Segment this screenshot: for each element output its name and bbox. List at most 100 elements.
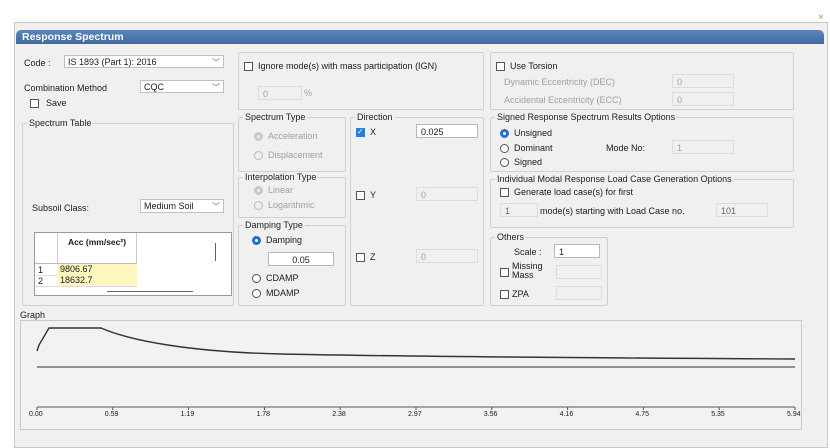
spectrum-table-legend: Spectrum Table [29, 118, 92, 128]
x-tick-label: 3.56 [483, 411, 498, 418]
dec-input[interactable]: 0 [672, 74, 734, 88]
direction-legend: Direction [357, 112, 393, 122]
table-row[interactable]: 2 18632.7 [35, 275, 137, 287]
mode-no-input[interactable]: 1 [672, 140, 734, 154]
interpolation-type-group: Interpolation Type [238, 172, 346, 218]
acc-cell[interactable]: 9806.67 [57, 264, 137, 275]
direction-x-checkbox[interactable] [356, 127, 365, 137]
subsoil-class-select[interactable]: Medium Soil ﹀ [140, 199, 224, 213]
dominant-label: Dominant [514, 143, 553, 153]
displacement-label: Displacement [268, 150, 323, 160]
combination-method-value: CQC [144, 82, 164, 92]
zpa-input[interactable] [556, 286, 602, 300]
mdamp-label: MDAMP [266, 288, 300, 298]
unsigned-label: Unsigned [514, 128, 553, 138]
direction-z-label: Z [370, 252, 376, 262]
spectrum-table-grid[interactable]: Acc (mm/sec²) 1 9806.67 2 18632.7 [34, 232, 232, 296]
zpa-label: ZPA [512, 289, 529, 299]
unsigned-radio[interactable] [500, 129, 509, 138]
acc-cell[interactable]: 18632.7 [57, 275, 137, 286]
logarithmic-label: Logarithmic [268, 200, 315, 210]
damping-input[interactable]: 0.05 [268, 252, 334, 266]
direction-y-checkbox[interactable] [356, 191, 365, 200]
acceleration-radio[interactable] [254, 132, 263, 141]
linear-radio[interactable] [254, 186, 263, 195]
code-label: Code : [24, 58, 51, 68]
table-scrollbar[interactable] [215, 243, 216, 261]
combination-method-select[interactable]: CQC ﹀ [140, 80, 224, 93]
save-checkbox[interactable] [30, 99, 39, 108]
x-tick-label: 4.75 [635, 411, 650, 418]
linear-label: Linear [268, 185, 294, 195]
direction-y-label: Y [370, 190, 377, 200]
damping-type-legend: Damping Type [245, 220, 303, 230]
missing-mass-input[interactable] [556, 265, 602, 279]
interpolation-type-legend: Interpolation Type [245, 172, 317, 182]
subsoil-class-label: Subsoil Class: [32, 203, 90, 213]
mode-no-label: Mode No: [606, 143, 646, 153]
ecc-label: Accidental Eccentricity (ECC) [504, 95, 622, 105]
row-index: 2 [38, 276, 44, 286]
logarithmic-radio[interactable] [254, 201, 263, 210]
chevron-down-icon: ﹀ [212, 58, 220, 67]
ign-label: Ignore mode(s) with mass participation (… [258, 61, 438, 71]
use-torsion-label: Use Torsion [510, 61, 558, 71]
direction-x-label: X [370, 127, 377, 137]
x-tick-label: 0.00 [29, 411, 43, 418]
x-tick-label: 5.94 [787, 411, 801, 418]
generate-load-cases-checkbox[interactable] [500, 188, 509, 197]
chevron-down-icon: ﹀ [212, 83, 220, 92]
x-tick-label: 4.16 [559, 411, 574, 418]
x-tick-label: 5.35 [711, 411, 725, 418]
missing-mass-label: Missing Mass [512, 261, 543, 280]
x-tick-label: 2.97 [408, 411, 422, 418]
direction-y-input[interactable]: 0 [416, 187, 478, 201]
combination-method-label: Combination Method [24, 83, 108, 93]
table-h-scrollbar[interactable] [107, 291, 193, 292]
dec-label: Dynamic Eccentricity (DEC) [504, 77, 616, 87]
missing-mass-checkbox[interactable] [500, 268, 509, 277]
spectrum-type-group: Spectrum Type [238, 112, 346, 172]
x-tick-label: 1.19 [180, 411, 195, 418]
direction-z-input[interactable]: 0 [416, 249, 478, 263]
damping-radio[interactable] [252, 236, 261, 245]
code-select[interactable]: IS 1893 (Part 1): 2016 ﹀ [64, 55, 224, 68]
individual-modal-legend: Individual Modal Response Load Case Gene… [497, 174, 732, 184]
individual-modal-group: Individual Modal Response Load Case Gene… [490, 174, 794, 228]
acc-column-header: Acc (mm/sec²) [57, 233, 137, 263]
direction-group: Direction [350, 112, 484, 306]
signed-radio[interactable] [500, 158, 509, 167]
use-torsion-checkbox[interactable] [496, 62, 505, 71]
x-tick-label: 1.78 [256, 411, 271, 418]
subsoil-class-value: Medium Soil [144, 201, 194, 211]
ign-input[interactable]: 0 [258, 86, 302, 100]
displacement-radio[interactable] [254, 151, 263, 160]
cdamp-radio[interactable] [252, 274, 261, 283]
signed-response-legend: Signed Response Spectrum Results Options [497, 112, 676, 122]
dialog-title-bar: Response Spectrum [16, 30, 824, 44]
spectrum-curve [36, 327, 796, 360]
chevron-down-icon: ﹀ [212, 202, 220, 211]
spectrum-type-legend: Spectrum Type [245, 112, 306, 122]
dialog-title: Response Spectrum [22, 31, 124, 43]
mdamp-radio[interactable] [252, 289, 261, 298]
mode-count-input[interactable]: 1 [500, 203, 538, 217]
mode-starting-label: mode(s) starting with Load Case no. [540, 206, 685, 216]
others-legend: Others [497, 232, 525, 242]
graph-panel: 0.00 0.59 1.19 1.78 2.38 2.97 3.56 4.16 4.75 5.35… [20, 320, 802, 430]
save-label: Save [46, 98, 67, 108]
row-index: 1 [38, 265, 44, 275]
x-tick-label: 0.59 [104, 411, 119, 418]
direction-z-checkbox[interactable] [356, 253, 365, 262]
dominant-radio[interactable] [500, 144, 509, 153]
direction-x-input[interactable]: 0.025 [416, 124, 478, 138]
x-tick-label: 2.38 [332, 411, 346, 418]
ign-unit: % [304, 88, 313, 98]
generate-load-cases-label: Generate load case(s) for first [514, 187, 634, 197]
ecc-input[interactable]: 0 [672, 92, 734, 106]
zpa-checkbox[interactable] [500, 290, 509, 299]
ign-checkbox[interactable] [244, 62, 253, 71]
signed-label: Signed [514, 157, 543, 167]
scale-input[interactable]: 1 [554, 244, 600, 258]
load-case-start-input[interactable]: 101 [716, 203, 768, 217]
